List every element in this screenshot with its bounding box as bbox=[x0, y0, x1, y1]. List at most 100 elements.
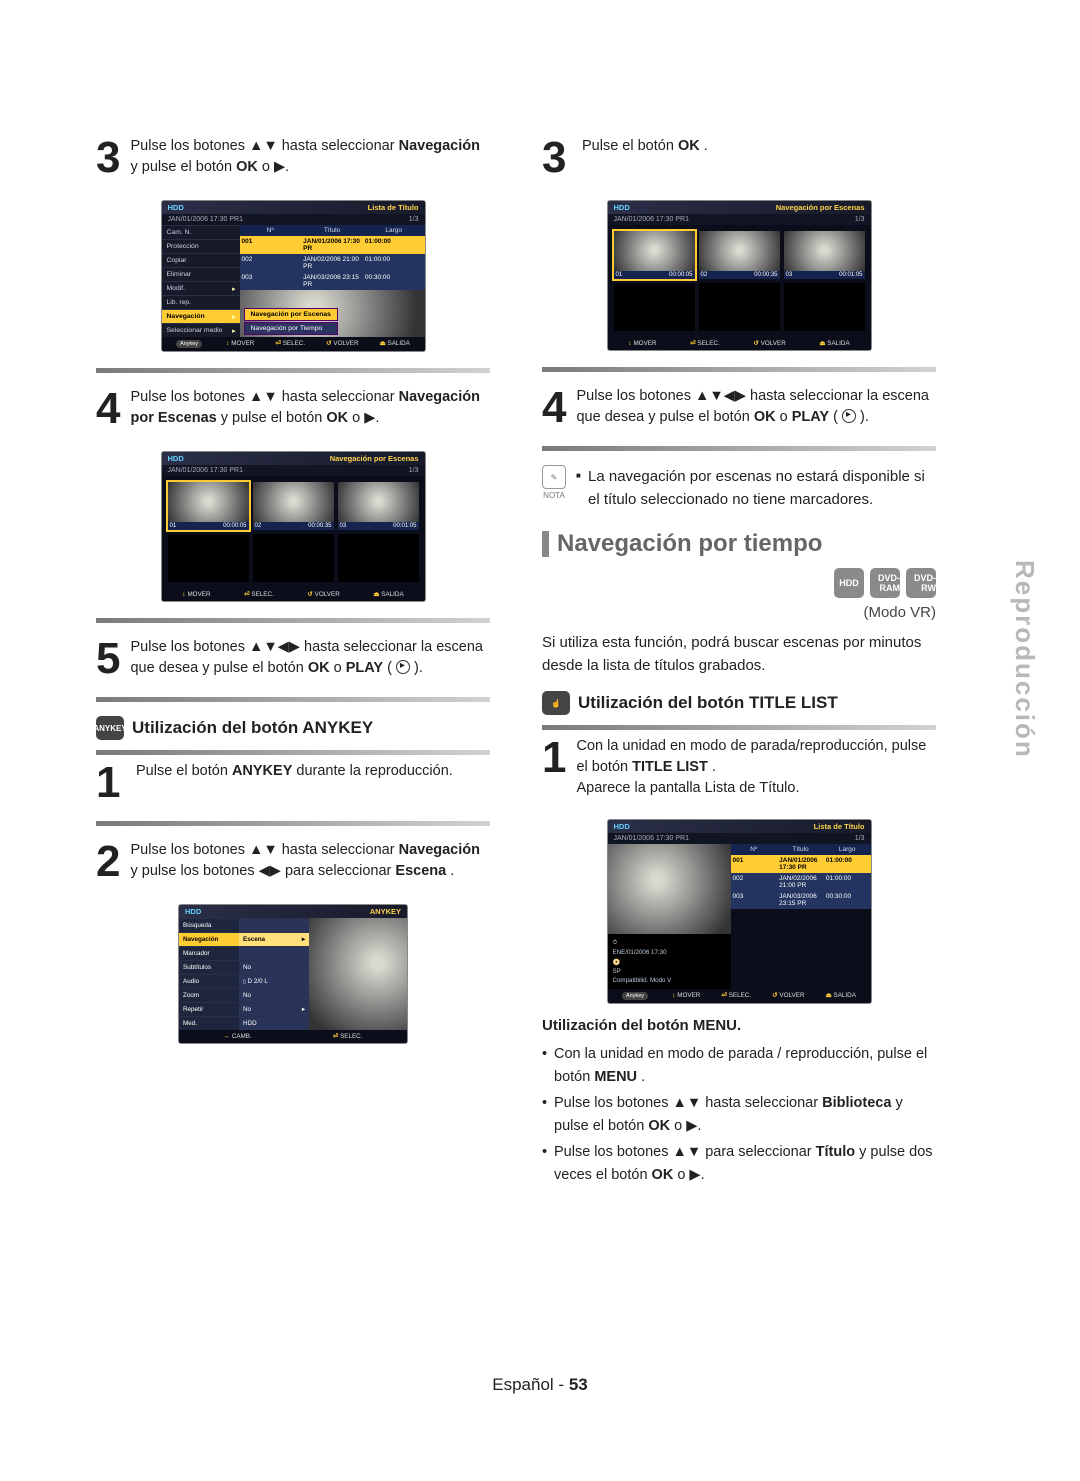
td: 001 bbox=[731, 855, 778, 873]
t: Búsqueda bbox=[179, 918, 239, 932]
f: SALIDA bbox=[381, 591, 403, 598]
scene-cell: 0100:00:05 bbox=[614, 231, 695, 279]
scene-cell: 0300:01:05 bbox=[338, 482, 419, 530]
t: Pulse los botones ▲▼ hasta seleccionar bbox=[554, 1095, 822, 1111]
f: SALIDA bbox=[827, 340, 849, 347]
n: 00:00:35 bbox=[308, 523, 331, 529]
t: o bbox=[334, 660, 346, 676]
t: Navegación bbox=[399, 842, 480, 858]
t: No bbox=[239, 960, 309, 974]
t: Navegación bbox=[167, 313, 205, 320]
t: Marcador bbox=[179, 946, 239, 960]
step-3: 3 Pulse los botones ▲▼ hasta seleccionar… bbox=[96, 136, 490, 180]
anykey-step-1: 1 Pulse el botón ANYKEY durante la repro… bbox=[96, 761, 490, 805]
dvdram-icon: DVD-RAM bbox=[870, 568, 900, 598]
bullet: Pulse los botones ▲▼ para seleccionar Tí… bbox=[542, 1141, 936, 1186]
intro-text: Si utiliza esta función, podrá buscar es… bbox=[542, 631, 936, 678]
anykey-heading: ANYKEY Utilización del botón ANYKEY bbox=[96, 716, 490, 740]
t: JAN/01/2006 17:30 PR1 bbox=[168, 467, 244, 474]
f: VOLVER bbox=[779, 992, 804, 999]
t: Pulse los botones ▲▼ hasta seleccionar bbox=[130, 842, 398, 858]
step-text: Pulse los botones ▲▼◀▶ hasta seleccionar… bbox=[130, 637, 490, 679]
t: HDD bbox=[614, 203, 630, 212]
step-4: 4 Pulse los botones ▲▼ hasta seleccionar… bbox=[96, 387, 490, 431]
scene-cell: 0200:00:35 bbox=[699, 231, 780, 279]
mi: Lib. rep. bbox=[162, 295, 240, 309]
th: Largo bbox=[363, 225, 425, 236]
step-text: Pulse el botón ANYKEY durante la reprodu… bbox=[136, 761, 453, 782]
t: Navegación por Escenas bbox=[776, 203, 865, 212]
t: o bbox=[780, 409, 792, 425]
t: o ▶. bbox=[262, 159, 289, 175]
td: JAN/01/2006 17:30 PR bbox=[301, 236, 363, 254]
footer-page: 53 bbox=[569, 1375, 588, 1394]
td: 00:30:00 bbox=[824, 891, 871, 909]
step-number: 1 bbox=[542, 736, 566, 780]
th: Nº bbox=[240, 225, 302, 236]
step-number: 5 bbox=[96, 637, 120, 681]
td: 001 bbox=[240, 236, 302, 254]
t: Pulse el botón bbox=[136, 763, 232, 779]
t: Pulse los botones ▲▼ hasta seleccionar bbox=[130, 389, 398, 405]
t: NOTA bbox=[543, 491, 565, 500]
osd-sub-date: JAN/01/2006 17:30 PR1 bbox=[168, 216, 244, 223]
td: 002 bbox=[240, 254, 302, 272]
scene-cell: 0200:00:35 bbox=[253, 482, 334, 530]
f: SELEC. bbox=[251, 591, 273, 598]
t: ANYKEY bbox=[370, 907, 401, 916]
hand-icon: ☝ bbox=[542, 691, 570, 715]
t: OK bbox=[236, 159, 258, 175]
play-icon bbox=[842, 409, 856, 423]
step-text: Con la unidad en modo de parada/reproduc… bbox=[576, 736, 936, 799]
td: 00:30:00 bbox=[363, 272, 425, 290]
note-icon: ✎ NOTA bbox=[542, 465, 566, 500]
bar-icon bbox=[542, 531, 549, 557]
t: OK bbox=[308, 660, 330, 676]
t: HDD bbox=[239, 1016, 309, 1030]
f: MOVER bbox=[633, 340, 656, 347]
t: Lista de Título bbox=[814, 822, 865, 831]
f: SELEC. bbox=[283, 340, 305, 347]
t: MENU bbox=[594, 1069, 637, 1085]
anykey-icon: ANYKEY bbox=[96, 716, 124, 740]
scene-cell bbox=[253, 534, 334, 582]
step-number: 3 bbox=[96, 136, 120, 180]
t: . bbox=[641, 1069, 645, 1085]
t: JAN/01/2006 17:30 PR1 bbox=[614, 216, 690, 223]
footer-lang: Español bbox=[492, 1375, 553, 1394]
t: D 2/0 L bbox=[248, 978, 268, 985]
f: MOVER bbox=[187, 591, 210, 598]
scene-cell bbox=[784, 283, 865, 331]
t: 1/3 bbox=[855, 835, 865, 842]
note-box: ✎ NOTA La navegación por escenas no esta… bbox=[542, 465, 936, 512]
media-icons: HDD DVD-RAM DVD-RW bbox=[542, 568, 936, 598]
t: Pulse los botones ▲▼◀▶ hasta seleccionar… bbox=[576, 388, 928, 425]
t: Biblioteca bbox=[822, 1095, 891, 1111]
anykey-badge: Anykey bbox=[176, 340, 202, 348]
submenu-item: Navegación por Tiempo bbox=[244, 322, 338, 335]
step-text: Pulse los botones ▲▼◀▶ hasta seleccionar… bbox=[576, 386, 936, 428]
m: Compatibilid. Modo V bbox=[613, 977, 726, 984]
t: Audio bbox=[179, 974, 239, 988]
t: OK bbox=[678, 138, 700, 154]
t: . bbox=[712, 759, 716, 775]
osd-anykey-overlay: HDD ANYKEY Búsqueda NavegaciónEscena ▸ M… bbox=[178, 904, 408, 1044]
t: Navegación por tiempo bbox=[557, 530, 822, 558]
anykey-badge: Anykey bbox=[622, 992, 648, 1000]
td: 003 bbox=[731, 891, 778, 909]
n: 00:00:05 bbox=[669, 272, 692, 278]
td: JAN/02/2006 21:00 PR bbox=[777, 873, 824, 891]
note-text: La navegación por escenas no estará disp… bbox=[576, 465, 936, 512]
t: o ▶. bbox=[352, 410, 379, 426]
step-number: 2 bbox=[96, 840, 120, 884]
t bbox=[239, 918, 309, 932]
t: Navegación por Escenas bbox=[330, 454, 419, 463]
t: Escena bbox=[243, 936, 265, 943]
step-number: 4 bbox=[542, 386, 566, 430]
mi: Protección bbox=[162, 239, 240, 253]
mi: Copiar bbox=[162, 253, 240, 267]
t: PLAY bbox=[792, 409, 829, 425]
t: OK bbox=[754, 409, 776, 425]
t: ( bbox=[833, 409, 838, 425]
t: . bbox=[450, 863, 454, 879]
